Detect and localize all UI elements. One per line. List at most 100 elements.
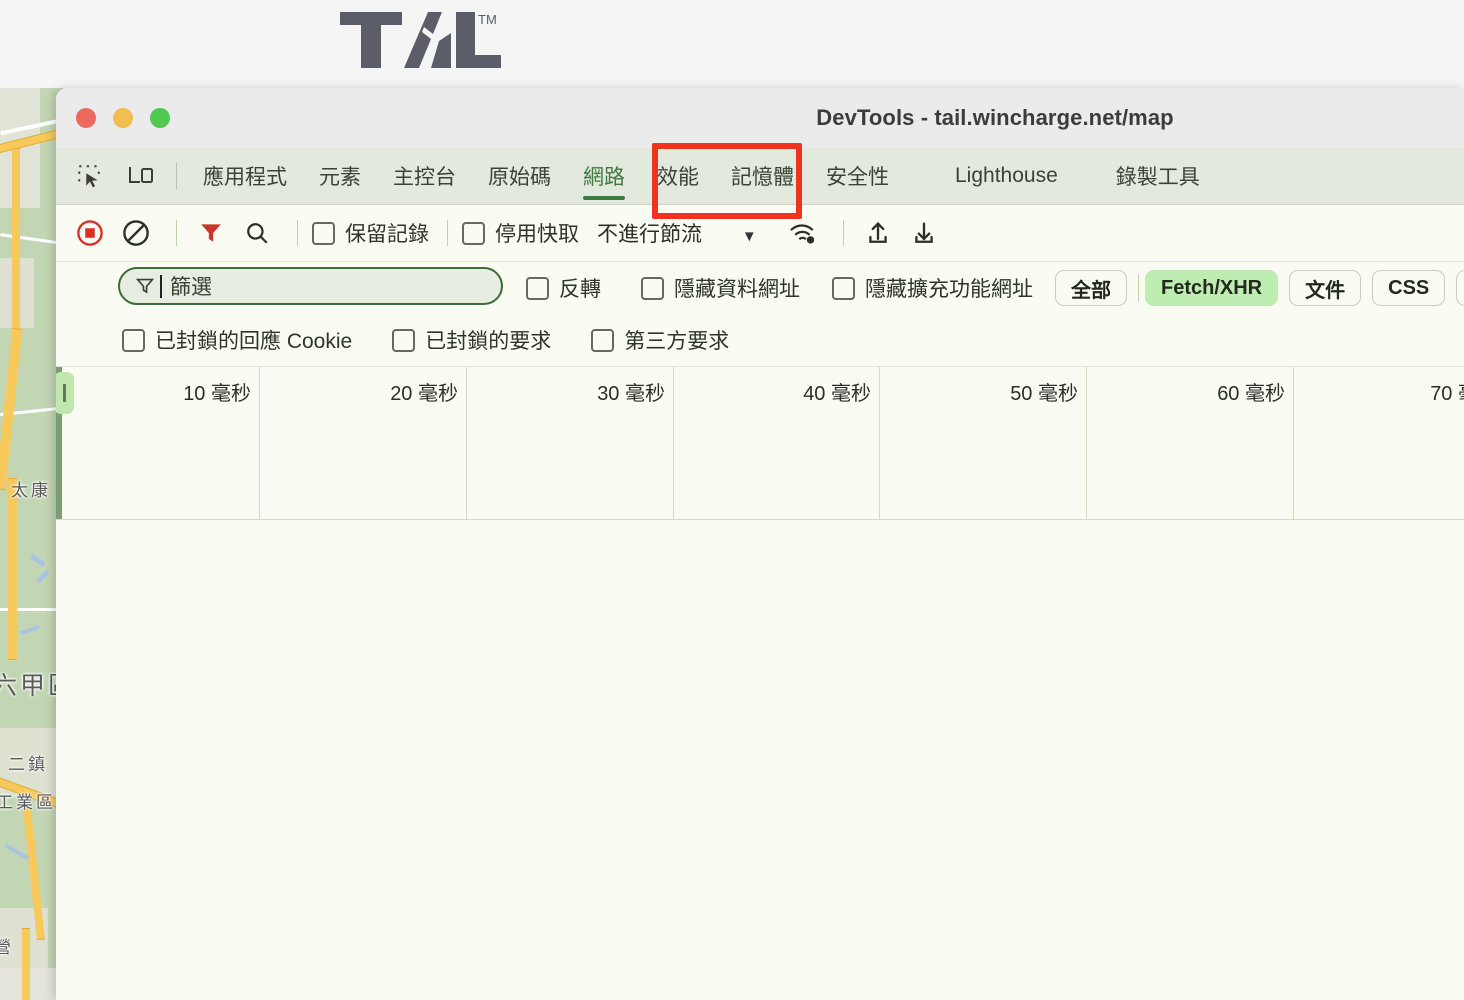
upload-har-icon[interactable] — [858, 213, 898, 253]
chip-label: CSS — [1388, 276, 1430, 299]
tab-recorder[interactable]: 錄製工具 — [1100, 148, 1216, 204]
timeline-column: 50 毫秒 — [880, 367, 1087, 519]
text-cursor — [160, 274, 162, 298]
tab-application[interactable]: 應用程式 — [187, 148, 303, 204]
map-label: 太康 — [11, 481, 51, 500]
timeline-column: 70 毫 — [1294, 367, 1464, 519]
hide-extension-urls-label: 隱藏擴充功能網址 — [865, 278, 1033, 301]
blocked-requests-label: 已封鎖的要求 — [425, 330, 552, 353]
clear-icon[interactable] — [116, 213, 156, 253]
network-timeline-overview[interactable]: 10 毫秒 20 毫秒 30 毫秒 40 毫秒 50 毫秒 60 毫秒 70 毫 — [56, 367, 1464, 520]
tab-sources[interactable]: 原始碼 — [472, 148, 567, 204]
timeline-column: 60 毫秒 — [1087, 367, 1294, 519]
network-toolbar: 保留記錄 停用快取 不進行節流 ▼ — [56, 205, 1464, 262]
window-title: DevTools - tail.wincharge.net/map — [816, 105, 1174, 130]
timeline-tick-label: 30 毫秒 — [597, 383, 665, 405]
blocked-requests-checkbox[interactable]: 已封鎖的要求 — [392, 325, 551, 355]
tab-console[interactable]: 主控台 — [377, 148, 472, 204]
request-list-empty[interactable] — [56, 520, 1464, 972]
record-stop-icon[interactable] — [70, 213, 110, 253]
tab-label: 元素 — [319, 166, 361, 189]
window-titlebar: DevTools - tail.wincharge.net/map — [56, 88, 1464, 148]
third-party-requests-checkbox[interactable]: 第三方要求 — [591, 325, 729, 355]
checkbox-box[interactable] — [122, 328, 145, 352]
hide-extension-urls-checkbox[interactable]: 隱藏擴充功能網址 — [832, 273, 1033, 303]
throttling-select[interactable]: 不進行節流 ▼ — [597, 218, 757, 248]
network-filterbar: 篩選 反轉 隱藏資料網址 隱藏擴充功能網址 全部 Fetch/XHR 文件 CS… — [56, 262, 1464, 314]
checkbox-box[interactable] — [312, 221, 335, 245]
filter-input[interactable]: 篩選 — [118, 267, 503, 305]
preserve-log-checkbox[interactable]: 保留記錄 — [312, 218, 429, 248]
tab-network[interactable]: 網路 — [567, 148, 641, 204]
invert-label: 反轉 — [559, 278, 601, 301]
tab-label: 原始碼 — [488, 166, 551, 189]
tab-security[interactable]: 安全性 — [810, 148, 905, 204]
network-filterbar-secondary: 已封鎖的回應 Cookie 已封鎖的要求 第三方要求 — [56, 314, 1464, 367]
toolbar-divider — [842, 220, 844, 246]
chevron-down-icon[interactable]: ▼ — [742, 228, 757, 245]
timeline-tick-label: 60 毫秒 — [1217, 383, 1285, 405]
checkbox-box[interactable] — [832, 276, 855, 300]
blocked-response-cookies-checkbox[interactable]: 已封鎖的回應 Cookie — [122, 325, 352, 355]
tab-label: 錄製工具 — [1115, 166, 1200, 189]
hide-data-urls-checkbox[interactable]: 隱藏資料網址 — [641, 273, 800, 303]
tab-memory[interactable]: 記憶體 — [715, 148, 810, 204]
checkbox-box[interactable] — [641, 276, 664, 300]
brand-header: TM — [0, 0, 1464, 90]
filter-funnel-icon[interactable] — [191, 213, 231, 253]
timeline-tick-label: 10 毫秒 — [183, 383, 251, 405]
toolbar-divider — [176, 220, 177, 246]
disable-cache-checkbox[interactable]: 停用快取 — [462, 218, 579, 248]
download-har-icon[interactable] — [904, 213, 944, 253]
tab-performance[interactable]: 效能 — [641, 148, 715, 204]
chip-label: 文件 — [1305, 279, 1346, 302]
filter-funnel-outline-icon — [135, 278, 155, 294]
third-party-requests-label: 第三方要求 — [624, 330, 730, 353]
chip-label: Fetch/XHR — [1161, 276, 1263, 299]
chip-divider — [1138, 275, 1139, 301]
blocked-response-cookies-label: 已封鎖的回應 Cookie — [155, 330, 353, 353]
checkbox-box[interactable] — [392, 328, 416, 352]
checkbox-box[interactable] — [526, 276, 549, 300]
tabbar-divider — [176, 163, 177, 189]
map-label: 工業區 — [0, 793, 56, 812]
timeline-tick-label: 40 毫秒 — [803, 383, 871, 405]
timeline-column: 40 毫秒 — [674, 367, 880, 519]
devtools-tabbar: 應用程式 元素 主控台 原始碼 網路 效能 記憶體 安全性 Lighthouse… — [56, 143, 1464, 219]
inspect-element-icon[interactable] — [70, 157, 108, 195]
search-icon[interactable] — [237, 213, 277, 253]
chip-label: 全部 — [1071, 279, 1111, 302]
timeline-tick-label: 20 毫秒 — [390, 383, 458, 405]
filter-placeholder: 篩選 — [170, 276, 212, 299]
wifi-settings-icon[interactable] — [783, 213, 823, 253]
timeline-column: 20 毫秒 — [260, 367, 467, 519]
preserve-log-label: 保留記錄 — [345, 223, 429, 246]
timeline-column: 30 毫秒 — [467, 367, 674, 519]
type-chip-doc[interactable]: 文件 — [1289, 270, 1362, 306]
type-chip-all[interactable]: 全部 — [1055, 270, 1127, 306]
timeline-tick-label: 70 毫 — [1430, 383, 1464, 405]
devtools-window: DevTools - tail.wincharge.net/map 應用程式 元… — [56, 88, 1464, 1000]
tab-label: 效能 — [657, 166, 699, 189]
tab-label: 記憶體 — [731, 166, 794, 189]
tab-lighthouse[interactable]: Lighthouse — [939, 148, 1074, 204]
hide-data-urls-label: 隱藏資料網址 — [674, 278, 800, 301]
type-chip-js[interactable]: J — [1456, 270, 1464, 306]
throttling-value: 不進行節流 — [597, 223, 702, 246]
map-label: 營 — [0, 938, 14, 957]
checkbox-box[interactable] — [462, 221, 485, 245]
trademark-symbol: TM — [478, 12, 497, 27]
checkbox-box[interactable] — [591, 328, 615, 352]
tab-label: 安全性 — [826, 166, 889, 189]
toolbar-divider — [447, 220, 448, 246]
toolbar-divider — [297, 220, 298, 246]
tab-label: 網路 — [583, 166, 625, 189]
tab-label: 應用程式 — [203, 166, 287, 189]
device-toolbar-icon[interactable] — [122, 157, 160, 195]
map-label: 二鎮 — [8, 755, 48, 774]
tab-label: 主控台 — [393, 166, 456, 189]
invert-checkbox[interactable]: 反轉 — [526, 273, 601, 303]
type-chip-css[interactable]: CSS — [1372, 270, 1446, 306]
type-chip-fetch-xhr[interactable]: Fetch/XHR — [1145, 270, 1279, 306]
tab-elements[interactable]: 元素 — [303, 148, 377, 204]
